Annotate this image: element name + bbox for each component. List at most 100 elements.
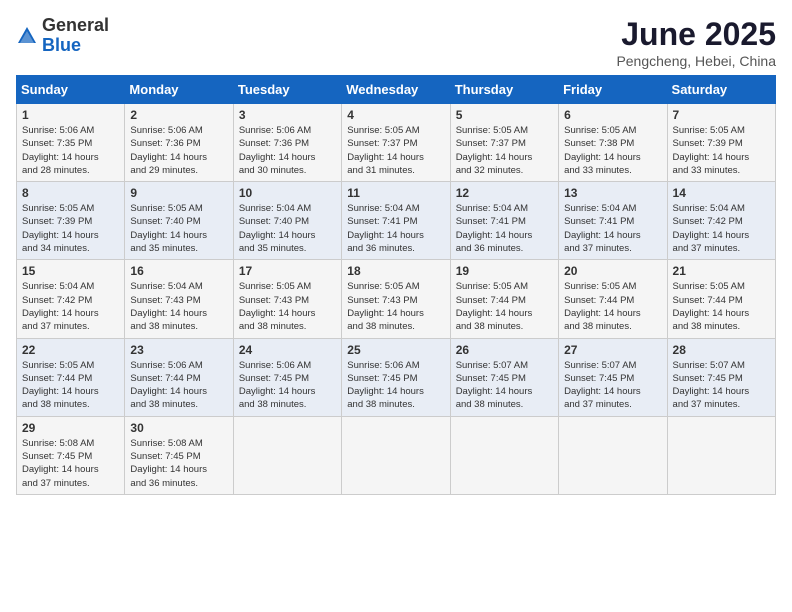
calendar-cell: 2 Sunrise: 5:06 AM Sunset: 7:36 PM Dayli… [125, 104, 233, 182]
day-number: 24 [239, 343, 336, 357]
calendar-cell: 16 Sunrise: 5:04 AM Sunset: 7:43 PM Dayl… [125, 260, 233, 338]
day-info: Sunrise: 5:06 AM Sunset: 7:36 PM Dayligh… [239, 125, 316, 176]
calendar-cell: 20 Sunrise: 5:05 AM Sunset: 7:44 PM Dayl… [559, 260, 667, 338]
day-info: Sunrise: 5:05 AM Sunset: 7:43 PM Dayligh… [347, 281, 424, 332]
day-number: 4 [347, 108, 444, 122]
day-info: Sunrise: 5:04 AM Sunset: 7:43 PM Dayligh… [130, 281, 207, 332]
day-number: 8 [22, 186, 119, 200]
day-info: Sunrise: 5:05 AM Sunset: 7:43 PM Dayligh… [239, 281, 316, 332]
day-number: 5 [456, 108, 553, 122]
weekday-header-row: Sunday Monday Tuesday Wednesday Thursday… [17, 76, 776, 104]
calendar-cell: 9 Sunrise: 5:05 AM Sunset: 7:40 PM Dayli… [125, 182, 233, 260]
day-info: Sunrise: 5:05 AM Sunset: 7:44 PM Dayligh… [22, 360, 99, 411]
day-info: Sunrise: 5:07 AM Sunset: 7:45 PM Dayligh… [673, 360, 750, 411]
week-row-5: 29 Sunrise: 5:08 AM Sunset: 7:45 PM Dayl… [17, 416, 776, 494]
day-number: 12 [456, 186, 553, 200]
header: General Blue June 2025 Pengcheng, Hebei,… [16, 16, 776, 69]
day-number: 17 [239, 264, 336, 278]
calendar-cell: 6 Sunrise: 5:05 AM Sunset: 7:38 PM Dayli… [559, 104, 667, 182]
day-number: 27 [564, 343, 661, 357]
day-number: 15 [22, 264, 119, 278]
subtitle: Pengcheng, Hebei, China [616, 53, 776, 69]
calendar-cell: 17 Sunrise: 5:05 AM Sunset: 7:43 PM Dayl… [233, 260, 341, 338]
calendar-cell: 27 Sunrise: 5:07 AM Sunset: 7:45 PM Dayl… [559, 338, 667, 416]
calendar-cell: 8 Sunrise: 5:05 AM Sunset: 7:39 PM Dayli… [17, 182, 125, 260]
day-info: Sunrise: 5:07 AM Sunset: 7:45 PM Dayligh… [564, 360, 641, 411]
calendar-cell: 4 Sunrise: 5:05 AM Sunset: 7:37 PM Dayli… [342, 104, 450, 182]
day-number: 28 [673, 343, 770, 357]
day-info: Sunrise: 5:07 AM Sunset: 7:45 PM Dayligh… [456, 360, 533, 411]
calendar-cell: 3 Sunrise: 5:06 AM Sunset: 7:36 PM Dayli… [233, 104, 341, 182]
header-wednesday: Wednesday [342, 76, 450, 104]
header-tuesday: Tuesday [233, 76, 341, 104]
day-number: 11 [347, 186, 444, 200]
day-number: 9 [130, 186, 227, 200]
day-info: Sunrise: 5:05 AM Sunset: 7:44 PM Dayligh… [564, 281, 641, 332]
calendar-cell: 21 Sunrise: 5:05 AM Sunset: 7:44 PM Dayl… [667, 260, 775, 338]
day-number: 20 [564, 264, 661, 278]
day-number: 1 [22, 108, 119, 122]
week-row-3: 15 Sunrise: 5:04 AM Sunset: 7:42 PM Dayl… [17, 260, 776, 338]
day-number: 6 [564, 108, 661, 122]
calendar-cell [559, 416, 667, 494]
week-row-2: 8 Sunrise: 5:05 AM Sunset: 7:39 PM Dayli… [17, 182, 776, 260]
logo-text-general: General [42, 15, 109, 35]
header-friday: Friday [559, 76, 667, 104]
day-info: Sunrise: 5:06 AM Sunset: 7:36 PM Dayligh… [130, 125, 207, 176]
day-number: 7 [673, 108, 770, 122]
week-row-4: 22 Sunrise: 5:05 AM Sunset: 7:44 PM Dayl… [17, 338, 776, 416]
calendar-cell [450, 416, 558, 494]
day-number: 16 [130, 264, 227, 278]
day-info: Sunrise: 5:06 AM Sunset: 7:35 PM Dayligh… [22, 125, 99, 176]
calendar-cell: 18 Sunrise: 5:05 AM Sunset: 7:43 PM Dayl… [342, 260, 450, 338]
calendar-cell [667, 416, 775, 494]
calendar-cell: 28 Sunrise: 5:07 AM Sunset: 7:45 PM Dayl… [667, 338, 775, 416]
day-info: Sunrise: 5:05 AM Sunset: 7:38 PM Dayligh… [564, 125, 641, 176]
day-info: Sunrise: 5:04 AM Sunset: 7:42 PM Dayligh… [673, 203, 750, 254]
calendar: Sunday Monday Tuesday Wednesday Thursday… [16, 75, 776, 495]
calendar-cell: 19 Sunrise: 5:05 AM Sunset: 7:44 PM Dayl… [450, 260, 558, 338]
day-info: Sunrise: 5:04 AM Sunset: 7:41 PM Dayligh… [564, 203, 641, 254]
day-info: Sunrise: 5:05 AM Sunset: 7:44 PM Dayligh… [456, 281, 533, 332]
calendar-cell: 10 Sunrise: 5:04 AM Sunset: 7:40 PM Dayl… [233, 182, 341, 260]
day-number: 18 [347, 264, 444, 278]
title-block: June 2025 Pengcheng, Hebei, China [616, 16, 776, 69]
day-info: Sunrise: 5:05 AM Sunset: 7:44 PM Dayligh… [673, 281, 750, 332]
calendar-cell: 30 Sunrise: 5:08 AM Sunset: 7:45 PM Dayl… [125, 416, 233, 494]
day-number: 23 [130, 343, 227, 357]
logo-icon [16, 25, 38, 47]
calendar-cell: 12 Sunrise: 5:04 AM Sunset: 7:41 PM Dayl… [450, 182, 558, 260]
day-info: Sunrise: 5:04 AM Sunset: 7:41 PM Dayligh… [456, 203, 533, 254]
header-saturday: Saturday [667, 76, 775, 104]
calendar-cell: 11 Sunrise: 5:04 AM Sunset: 7:41 PM Dayl… [342, 182, 450, 260]
day-info: Sunrise: 5:05 AM Sunset: 7:39 PM Dayligh… [673, 125, 750, 176]
calendar-cell: 22 Sunrise: 5:05 AM Sunset: 7:44 PM Dayl… [17, 338, 125, 416]
header-thursday: Thursday [450, 76, 558, 104]
calendar-cell [342, 416, 450, 494]
calendar-cell: 26 Sunrise: 5:07 AM Sunset: 7:45 PM Dayl… [450, 338, 558, 416]
calendar-cell: 7 Sunrise: 5:05 AM Sunset: 7:39 PM Dayli… [667, 104, 775, 182]
day-info: Sunrise: 5:04 AM Sunset: 7:40 PM Dayligh… [239, 203, 316, 254]
day-info: Sunrise: 5:05 AM Sunset: 7:39 PM Dayligh… [22, 203, 99, 254]
day-info: Sunrise: 5:04 AM Sunset: 7:42 PM Dayligh… [22, 281, 99, 332]
day-number: 29 [22, 421, 119, 435]
calendar-cell [233, 416, 341, 494]
day-number: 25 [347, 343, 444, 357]
day-number: 26 [456, 343, 553, 357]
day-number: 3 [239, 108, 336, 122]
day-info: Sunrise: 5:06 AM Sunset: 7:45 PM Dayligh… [239, 360, 316, 411]
calendar-cell: 14 Sunrise: 5:04 AM Sunset: 7:42 PM Dayl… [667, 182, 775, 260]
calendar-cell: 13 Sunrise: 5:04 AM Sunset: 7:41 PM Dayl… [559, 182, 667, 260]
day-number: 2 [130, 108, 227, 122]
day-info: Sunrise: 5:08 AM Sunset: 7:45 PM Dayligh… [130, 438, 207, 489]
day-info: Sunrise: 5:04 AM Sunset: 7:41 PM Dayligh… [347, 203, 424, 254]
logo-text-blue: Blue [42, 35, 81, 55]
logo: General Blue [16, 16, 109, 56]
day-info: Sunrise: 5:05 AM Sunset: 7:37 PM Dayligh… [347, 125, 424, 176]
day-info: Sunrise: 5:06 AM Sunset: 7:44 PM Dayligh… [130, 360, 207, 411]
main-title: June 2025 [616, 16, 776, 53]
day-info: Sunrise: 5:05 AM Sunset: 7:40 PM Dayligh… [130, 203, 207, 254]
day-info: Sunrise: 5:06 AM Sunset: 7:45 PM Dayligh… [347, 360, 424, 411]
calendar-cell: 15 Sunrise: 5:04 AM Sunset: 7:42 PM Dayl… [17, 260, 125, 338]
day-number: 22 [22, 343, 119, 357]
